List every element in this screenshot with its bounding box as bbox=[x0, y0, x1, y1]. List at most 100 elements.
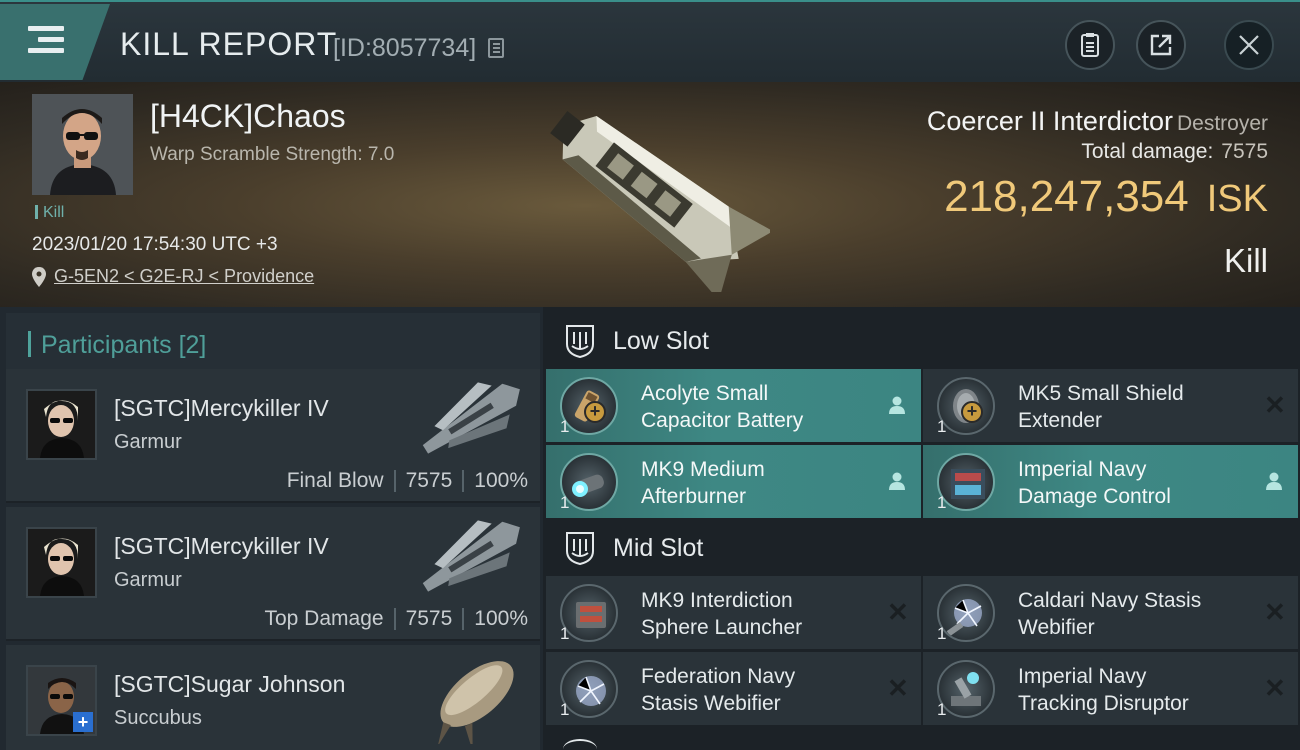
module-name-line2: Stasis Webifier bbox=[641, 692, 781, 715]
module-name-line2: Sphere Launcher bbox=[641, 616, 803, 639]
victim-pilot-name[interactable]: [H4CK]Chaos bbox=[150, 98, 346, 135]
participant-ship-image bbox=[422, 520, 520, 592]
module-name: MK9 Interdiction Sphere Launcher bbox=[641, 587, 876, 641]
person-icon[interactable] bbox=[887, 395, 907, 415]
module-name: Caldari Navy Stasis Webifier bbox=[1018, 587, 1253, 641]
mid-slot-header: Mid Slot bbox=[543, 517, 1300, 579]
participant-row[interactable]: [SGTC]Mercykiller IV Garmur Final Blow 75… bbox=[6, 369, 540, 503]
ship-class: Destroyer bbox=[1176, 112, 1268, 135]
module-item[interactable]: 1 MK9 Interdiction Sphere Launcher ✕ bbox=[546, 576, 921, 649]
module-quantity: 1 bbox=[560, 493, 570, 512]
participant-avatar[interactable] bbox=[26, 389, 97, 460]
participant-row[interactable]: [SGTC]Mercykiller IV Garmur Top Damage 75… bbox=[6, 507, 540, 641]
participant-percent: 100% bbox=[474, 469, 528, 492]
participant-avatar[interactable]: + bbox=[26, 665, 97, 736]
x-icon[interactable]: ✕ bbox=[887, 599, 909, 625]
share-icon bbox=[1150, 34, 1172, 56]
kill-datetime: 2023/01/20 17:54:30 UTC +3 bbox=[32, 234, 278, 255]
participant-damage: 7575 bbox=[405, 607, 453, 630]
person-icon[interactable] bbox=[1264, 471, 1284, 491]
person-icon[interactable] bbox=[887, 471, 907, 491]
module-quantity: 1 bbox=[560, 417, 570, 436]
clipboard-icon bbox=[1081, 33, 1099, 57]
isk-unit: ISK bbox=[1206, 178, 1268, 220]
participants-panel: Participants [2] [SGTC]Mercykiller IV Ga… bbox=[0, 307, 543, 750]
location-link[interactable]: G-5EN2 < G2E-RJ < Providence bbox=[54, 266, 314, 287]
plus-icon: + bbox=[961, 401, 983, 423]
participant-ship: Garmur bbox=[114, 431, 182, 453]
plus-badge-icon: + bbox=[73, 712, 93, 732]
module-name: MK5 Small Shield Extender bbox=[1018, 380, 1253, 434]
module-item[interactable]: 1 MK9 Medium Afterburner bbox=[546, 445, 921, 518]
participant-percent: 100% bbox=[474, 607, 528, 630]
participants-label: Participants bbox=[41, 331, 172, 359]
module-name-line2: Capacitor Battery bbox=[641, 409, 804, 432]
menu-button[interactable] bbox=[0, 4, 110, 80]
module-item[interactable]: 1 Federation Navy Stasis Webifier ✕ bbox=[546, 652, 921, 725]
low-slot-icon bbox=[566, 325, 594, 358]
warp-scramble-strength: Warp Scramble Strength: 7.0 bbox=[150, 144, 395, 165]
module-name: Federation Navy Stasis Webifier bbox=[641, 663, 876, 717]
module-quantity: 1 bbox=[937, 624, 947, 643]
total-damage: Total damage: 7575 bbox=[1081, 140, 1268, 164]
participants-title: Participants [2] bbox=[41, 331, 206, 360]
module-item[interactable]: + 1 Acolyte Small Capacitor Battery bbox=[546, 369, 921, 442]
victim-ship-name[interactable]: Coercer II Interdictor Destroyer bbox=[927, 106, 1268, 137]
module-quantity: 1 bbox=[560, 700, 570, 719]
module-name-line1: Acolyte Small bbox=[641, 382, 769, 405]
victim-avatar[interactable] bbox=[32, 94, 133, 195]
close-button[interactable] bbox=[1224, 20, 1274, 70]
participant-row[interactable]: + [SGTC]Sugar Johnson Succubus bbox=[6, 645, 540, 750]
share-button[interactable] bbox=[1136, 20, 1186, 70]
page-title: KILL REPORT bbox=[120, 26, 338, 62]
participant-name[interactable]: [SGTC]Sugar Johnson bbox=[114, 671, 345, 698]
module-item[interactable]: + 1 MK5 Small Shield Extender ✕ bbox=[923, 369, 1298, 442]
participant-role: Top Damage bbox=[264, 607, 384, 630]
victim-ship-image bbox=[550, 111, 770, 292]
participant-name[interactable]: [SGTC]Mercykiller IV bbox=[114, 533, 329, 560]
participant-stats: Final Blow 7575 100% bbox=[287, 469, 528, 493]
low-slot-header: Low Slot bbox=[543, 310, 1300, 372]
module-name-line2: Extender bbox=[1018, 409, 1103, 432]
module-item[interactable]: 1 Imperial Navy Damage Control bbox=[923, 445, 1298, 518]
close-icon bbox=[1239, 35, 1259, 55]
participant-ship-image bbox=[422, 382, 520, 454]
participant-ship: Succubus bbox=[114, 707, 202, 729]
kill-tag: Kill bbox=[35, 204, 64, 222]
module-name-line1: Imperial Navy bbox=[1018, 665, 1147, 688]
module-name-line1: MK5 Small Shield bbox=[1018, 382, 1184, 405]
x-icon[interactable]: ✕ bbox=[1264, 392, 1286, 418]
x-icon[interactable]: ✕ bbox=[1264, 599, 1286, 625]
participant-portrait-image bbox=[28, 391, 95, 458]
victim-portrait-image bbox=[32, 94, 133, 195]
next-slot-header-partial bbox=[563, 739, 597, 750]
participant-role: Final Blow bbox=[286, 469, 384, 492]
participant-damage: 7575 bbox=[405, 469, 453, 492]
menu-icon bbox=[28, 26, 64, 56]
module-name: MK9 Medium Afterburner bbox=[641, 456, 876, 510]
module-name: Imperial Navy Damage Control bbox=[1018, 456, 1253, 510]
module-name-line1: Imperial Navy bbox=[1018, 458, 1147, 481]
participants-count: [2] bbox=[178, 331, 207, 359]
report-id: [ID:8057734] bbox=[333, 34, 477, 62]
participant-avatar[interactable] bbox=[26, 527, 97, 598]
mid-slot-title: Mid Slot bbox=[613, 533, 704, 562]
module-quantity: 1 bbox=[937, 700, 947, 719]
clipboard-button[interactable] bbox=[1065, 20, 1115, 70]
participant-name[interactable]: [SGTC]Mercykiller IV bbox=[114, 395, 329, 422]
participant-ship-image bbox=[437, 661, 514, 744]
copy-icon[interactable] bbox=[488, 38, 504, 58]
participant-stats: Top Damage 7575 100% bbox=[264, 607, 528, 631]
isk-amount: 218,247,354 bbox=[944, 172, 1189, 221]
x-icon[interactable]: ✕ bbox=[1264, 675, 1286, 701]
module-item[interactable]: 1 Caldari Navy Stasis Webifier ✕ bbox=[923, 576, 1298, 649]
ship-name-text: Coercer II Interdictor bbox=[926, 106, 1173, 136]
x-icon[interactable]: ✕ bbox=[887, 675, 909, 701]
kill-location: G-5EN2 < G2E-RJ < Providence bbox=[32, 266, 314, 287]
module-quantity: 1 bbox=[560, 624, 570, 643]
module-item[interactable]: 1 Imperial Navy Tracking Disruptor ✕ bbox=[923, 652, 1298, 725]
module-name-line1: MK9 Interdiction bbox=[641, 589, 793, 612]
module-name-line1: Caldari Navy Stasis bbox=[1018, 589, 1202, 612]
participant-ship: Garmur bbox=[114, 569, 182, 591]
module-quantity: 1 bbox=[937, 417, 947, 436]
